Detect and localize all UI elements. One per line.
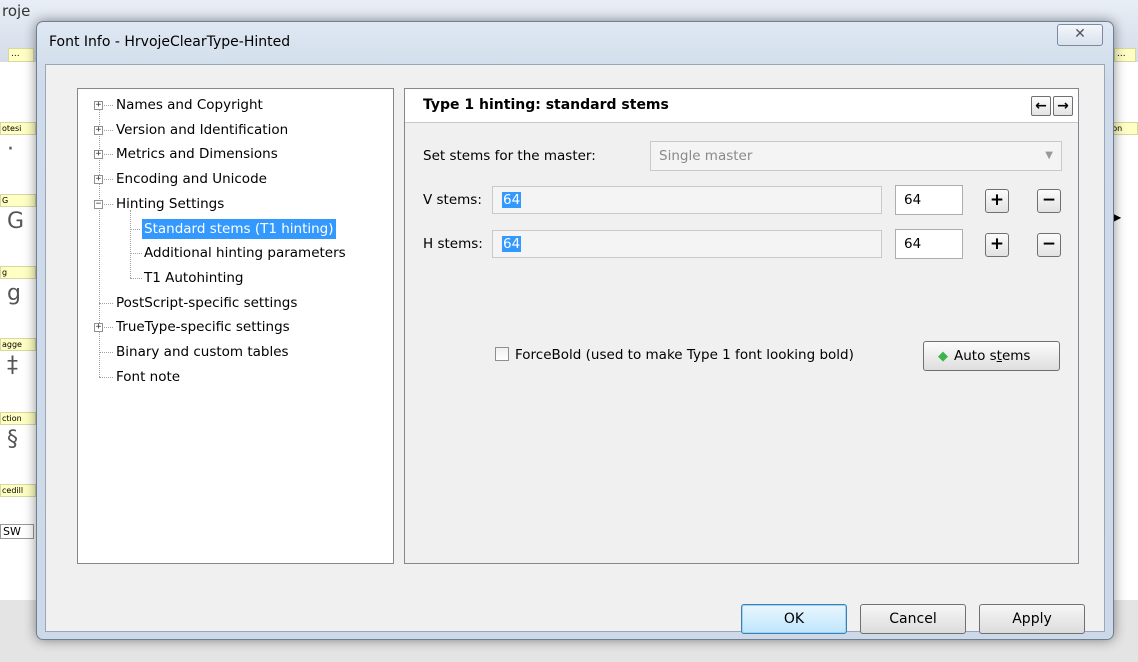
close-icon: ✕ bbox=[1074, 26, 1086, 42]
apply-button[interactable]: Apply bbox=[979, 604, 1085, 634]
force-bold-checkbox[interactable] bbox=[495, 347, 509, 361]
arrow-right-icon: → bbox=[1057, 98, 1069, 114]
master-select-value: Single master bbox=[659, 148, 753, 164]
h-stems-add-button[interactable]: + bbox=[985, 233, 1009, 257]
panel-header: Type 1 hinting: standard stems ← → bbox=[405, 89, 1078, 123]
diamond-icon: ◆ bbox=[938, 349, 948, 364]
v-stems-add-button[interactable]: + bbox=[985, 189, 1009, 213]
master-label: Set stems for the master: bbox=[423, 148, 596, 164]
tree-connector bbox=[99, 376, 113, 378]
tree-item[interactable]: + Encoding and Unicode bbox=[78, 169, 393, 189]
tree-item[interactable]: Standard stems (T1 hinting) bbox=[78, 217, 393, 240]
settings-tree[interactable]: + Names and Copyright + Version and Identif… bbox=[77, 88, 394, 564]
minus-icon: − bbox=[1041, 234, 1057, 254]
plus-icon: + bbox=[989, 234, 1005, 254]
v-stems-remove-button[interactable]: − bbox=[1037, 189, 1061, 213]
v-stems-input[interactable]: 64 bbox=[492, 186, 882, 214]
glyph-cell-preview[interactable]: g bbox=[0, 279, 36, 309]
close-button[interactable]: ✕ bbox=[1057, 24, 1103, 46]
master-select[interactable]: Single master ▼ bbox=[650, 141, 1062, 171]
collapse-icon[interactable]: − bbox=[94, 199, 103, 209]
glyph-cell-label: G bbox=[0, 194, 36, 207]
auto-stems-label-suffix: ems bbox=[1001, 348, 1031, 364]
glyph-cell-label: cedill bbox=[0, 484, 36, 497]
glyph-cell-label: otesi bbox=[0, 122, 36, 135]
dialog-title: Font Info - HrvojeClearType-Hinted bbox=[49, 34, 291, 50]
tree-item[interactable]: Additional hinting parameters bbox=[78, 243, 393, 263]
dialog-client-area: + Names and Copyright + Version and Identif… bbox=[45, 64, 1105, 634]
tree-connector bbox=[130, 253, 142, 255]
arrow-left-icon: ← bbox=[1035, 98, 1047, 114]
h-stems-remove-button[interactable]: − bbox=[1037, 233, 1061, 257]
expand-icon[interactable]: + bbox=[94, 175, 103, 185]
glyph-cell-preview[interactable]: § bbox=[0, 425, 36, 455]
tree-item-label[interactable]: Encoding and Unicode bbox=[114, 169, 269, 189]
expand-icon[interactable]: + bbox=[94, 150, 103, 160]
forward-button[interactable]: → bbox=[1053, 96, 1073, 116]
tree-item[interactable]: + Metrics and Dimensions bbox=[78, 144, 393, 164]
v-stems-label: V stems: bbox=[423, 192, 482, 208]
expand-icon[interactable]: + bbox=[94, 125, 103, 135]
expand-icon[interactable]: + bbox=[94, 323, 103, 333]
tree-item[interactable]: + Names and Copyright bbox=[78, 95, 393, 115]
tree-connector bbox=[99, 352, 113, 353]
background-app-title: roje bbox=[2, 2, 31, 20]
tree-item[interactable]: + TrueType-specific settings bbox=[78, 317, 393, 337]
tree-item-label[interactable]: Additional hinting parameters bbox=[142, 243, 348, 263]
force-bold-label[interactable]: ForceBold (used to make Type 1 font look… bbox=[515, 347, 854, 363]
h-stems-input[interactable]: 64 bbox=[492, 230, 882, 258]
tree-item-label[interactable]: TrueType-specific settings bbox=[114, 317, 292, 337]
cancel-button[interactable]: Cancel bbox=[860, 604, 966, 634]
back-button[interactable]: ← bbox=[1031, 96, 1051, 116]
h-stems-value: 64 bbox=[502, 236, 522, 252]
tree-item-label[interactable]: Font note bbox=[114, 367, 182, 387]
background-strip: ... bbox=[8, 48, 34, 62]
tree-item-label[interactable]: PostScript-specific settings bbox=[114, 293, 299, 313]
v-stems-number-input[interactable]: 64 bbox=[895, 185, 963, 215]
h-stems-number-input[interactable]: 64 bbox=[895, 229, 963, 259]
background-glyph-column: otesi · GG gg agge ‡ ction § cedill SW bbox=[0, 62, 36, 602]
tree-connector bbox=[130, 228, 142, 230]
chevron-down-icon: ▼ bbox=[1045, 150, 1053, 161]
glyph-cell-label: g bbox=[0, 266, 36, 279]
glyph-cell-label: agge bbox=[0, 338, 36, 351]
tree-connector bbox=[130, 277, 142, 279]
tree-item-label[interactable]: Version and Identification bbox=[114, 120, 290, 140]
plus-icon: + bbox=[989, 190, 1005, 210]
tree-item-label[interactable]: Names and Copyright bbox=[114, 95, 265, 115]
glyph-cell-preview[interactable]: ‡ bbox=[0, 351, 36, 381]
tree-item-label[interactable]: Standard stems (T1 hinting) bbox=[141, 217, 337, 240]
tree-item[interactable]: + Version and Identification bbox=[78, 120, 393, 140]
tree-item[interactable]: − Hinting Settings bbox=[78, 194, 393, 214]
background-tab[interactable]: SW bbox=[0, 524, 34, 539]
tree-item-label[interactable]: T1 Autohinting bbox=[142, 268, 246, 288]
background-strip-right: ... bbox=[1114, 48, 1136, 62]
settings-panel: Type 1 hinting: standard stems ← → Set s… bbox=[404, 88, 1079, 564]
auto-stems-button[interactable]: ◆ Auto stems bbox=[923, 341, 1060, 371]
h-stems-number: 64 bbox=[904, 236, 922, 252]
tree-connector bbox=[99, 302, 113, 304]
minus-icon: − bbox=[1041, 190, 1057, 210]
ok-button[interactable]: OK bbox=[741, 604, 847, 634]
tree-item[interactable]: Font note bbox=[78, 367, 393, 387]
glyph-cell-preview[interactable]: · bbox=[0, 135, 36, 165]
tree-item[interactable]: PostScript-specific settings bbox=[78, 293, 393, 313]
glyph-cell-preview[interactable]: G bbox=[0, 207, 36, 237]
tree-item-label[interactable]: Hinting Settings bbox=[114, 194, 226, 214]
tree-item-label[interactable]: Metrics and Dimensions bbox=[114, 144, 280, 164]
v-stems-number: 64 bbox=[904, 192, 922, 208]
h-stems-label: H stems: bbox=[423, 236, 483, 252]
expand-icon[interactable]: + bbox=[94, 101, 103, 110]
glyph-cell-label: ction bbox=[0, 412, 36, 425]
tree-item[interactable]: T1 Autohinting bbox=[78, 268, 393, 288]
v-stems-value: 64 bbox=[502, 192, 522, 208]
dialog-titlebar[interactable]: Font Info - HrvojeClearType-Hinted ✕ bbox=[37, 22, 1113, 64]
auto-stems-label-prefix: Auto s bbox=[954, 348, 997, 364]
tree-item-label[interactable]: Binary and custom tables bbox=[114, 342, 291, 362]
tree-item[interactable]: Binary and custom tables bbox=[78, 342, 393, 362]
panel-title: Type 1 hinting: standard stems bbox=[423, 97, 669, 113]
font-info-dialog: Font Info - HrvojeClearType-Hinted ✕ + Na… bbox=[36, 21, 1114, 640]
